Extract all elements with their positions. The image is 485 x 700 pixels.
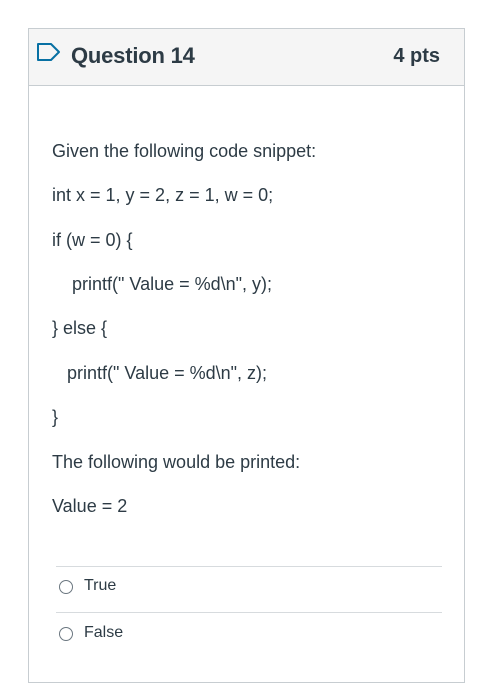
code-line: if (w = 0) { [52,230,133,250]
radio-button-icon[interactable] [59,580,73,594]
answer-option-true[interactable]: True [57,568,443,608]
answer-option-false[interactable]: False [57,615,443,655]
code-line: int x = 1, y = 2, z = 1, w = 0; [52,185,274,205]
answer-label[interactable]: False [84,624,123,642]
question-points: 4 pts [393,45,440,67]
flag-icon[interactable] [36,42,62,62]
code-line: } else { [52,318,108,338]
code-line: printf(" Value = %d\n", y); [72,274,273,294]
question-title: Question 14 [71,43,195,68]
question-header: Question 14 4 pts [29,29,464,86]
answers-divider-top [56,566,442,567]
radio-button-icon[interactable] [59,627,73,641]
question-card: Question 14 4 pts Given the following co… [28,28,465,683]
prompt-line: The following would be printed: [52,452,301,472]
answers-divider [56,612,442,613]
prompt-line: Value = 2 [52,496,128,516]
code-line: printf(" Value = %d\n", z); [67,363,268,383]
prompt-line: Given the following code snippet: [52,141,317,161]
answer-label[interactable]: True [84,577,116,595]
code-line: } [52,407,59,427]
